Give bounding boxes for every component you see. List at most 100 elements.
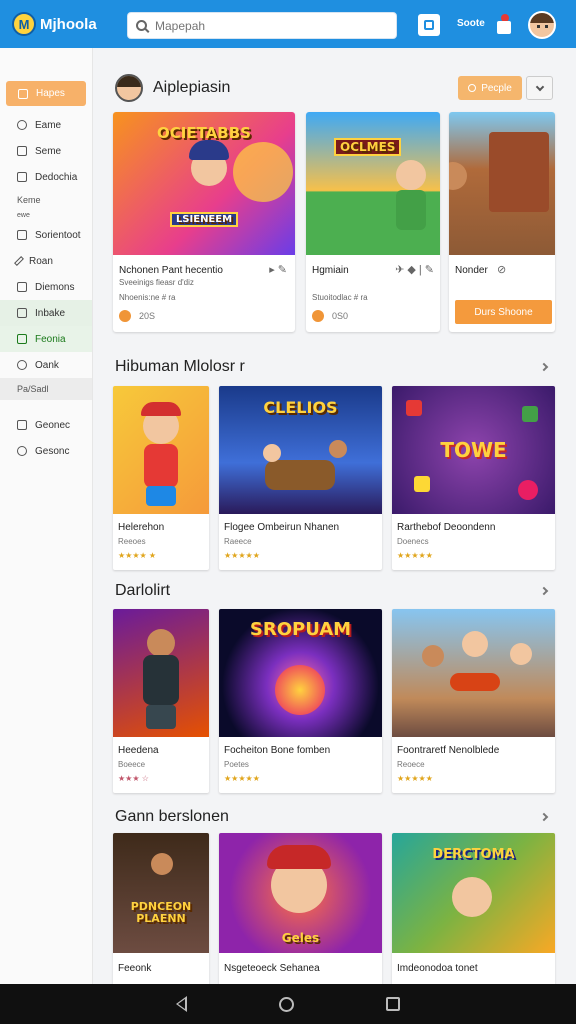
featured-card[interactable]: Nonder ⊘ Durs Shoone (449, 112, 555, 332)
recent-apps-icon[interactable] (386, 997, 400, 1011)
featured-title: Hgmiain (312, 265, 349, 276)
game-title: Imdeonodoa tonet (397, 963, 478, 974)
profile-header: Aiplepiasin (115, 74, 230, 102)
people-icon (468, 84, 477, 92)
game-title: Heedena (118, 745, 159, 756)
game-title: Rarthebof Deoondenn (397, 522, 496, 533)
rating-stars: ★★★★★ (224, 551, 260, 560)
game-card[interactable]: Geles Nsgeteoeck Sehanea (219, 833, 382, 984)
game-image (113, 386, 209, 514)
home-circle-icon[interactable] (279, 996, 294, 1012)
main-content: Aiplepiasin Pecple OCIETABBS LSIENEEM Nc… (93, 48, 576, 984)
pencil-icon (14, 256, 24, 266)
game-title: Foontraretf Nenolblede (397, 745, 500, 756)
list-icon (17, 230, 27, 240)
people-button[interactable]: Pecple (458, 76, 522, 100)
block-icon[interactable]: ⊘ (497, 263, 506, 276)
sidebar-item-group[interactable]: Pa/Sadl (0, 378, 92, 400)
back-icon[interactable] (176, 996, 187, 1012)
game-image (113, 609, 209, 737)
share-icon[interactable]: ✈ ◆ | ✎ (395, 263, 434, 276)
sidebar-item-roan[interactable]: Roan (0, 248, 92, 274)
plus-icon (17, 334, 27, 344)
coin-icon (119, 310, 131, 322)
game-sub: Poetes (224, 760, 249, 769)
top-link[interactable]: Soote (457, 18, 485, 29)
search-bar[interactable] (127, 12, 397, 39)
sidebar-caption: Keme (17, 195, 41, 205)
rating-stars: ★★★★★ (224, 774, 260, 783)
featured-stat: 20S (139, 311, 156, 321)
rating-stars: ★★★★ ★ (118, 551, 157, 560)
gift-icon[interactable] (496, 14, 512, 34)
featured-card[interactable]: OCLMES Hgmiain ✈ ◆ | ✎ Stuoitodlac # ra … (306, 112, 440, 332)
dropdown-button[interactable] (526, 76, 553, 100)
featured-sub2: Nhoenis:ne # ra (119, 293, 176, 302)
profile-name: Aiplepiasin (153, 79, 231, 96)
rating-stars: ★★★★★ (397, 774, 433, 783)
game-card[interactable]: SROPUAM Focheiton Bone fomben Poetes ★★★… (219, 609, 382, 793)
game-card[interactable]: TOWE Rarthebof Deoondenn Doenecs ★★★★★ (392, 386, 555, 570)
square-button[interactable] (418, 14, 440, 36)
featured-sub: Sveeinigs fieasr d'diz (119, 278, 194, 287)
game-title: Flogee Ombeirun Nhanen (224, 522, 340, 533)
featured-stat: 0S0 (332, 311, 349, 321)
top-bar: M Mjhoola Soote (0, 0, 576, 48)
chevron-right-icon[interactable] (539, 586, 549, 596)
settings-icon (17, 446, 27, 456)
grid-icon (17, 146, 27, 156)
game-image: Geles (219, 833, 382, 953)
sidebar-item-dedochia[interactable]: Dedochia (0, 164, 92, 190)
sidebar-item-diemons[interactable]: Diemons (0, 274, 92, 300)
game-image: TOWE (392, 386, 555, 514)
search-icon (136, 20, 147, 31)
game-image: DERCTOMA (392, 833, 555, 953)
app-logo[interactable]: M Mjhoola (12, 12, 116, 36)
sidebar-item-sorientoot[interactable]: Sorientoot (0, 222, 92, 248)
coin-icon (312, 310, 324, 322)
featured-title: Nchonen Pant hecentio (119, 265, 223, 276)
game-image: CLELIOS (219, 386, 382, 514)
user-avatar[interactable] (528, 11, 556, 39)
app-title: Mjhoola (40, 15, 97, 33)
sidebar-item-inbake[interactable]: Inbake (0, 300, 92, 326)
game-card[interactable]: DERCTOMA Imdeonodoa tonet (392, 833, 555, 984)
sidebar-item-eame[interactable]: Eame (0, 112, 92, 138)
document-icon (17, 172, 27, 182)
game-sub: Raeece (224, 537, 252, 546)
game-sub: Doenecs (397, 537, 429, 546)
chevron-right-icon[interactable] (539, 812, 549, 822)
game-title: Helerehon (118, 522, 165, 533)
featured-image: OCIETABBS LSIENEEM (113, 112, 295, 255)
featured-action-button[interactable]: Durs Shoone (455, 300, 552, 324)
search-input[interactable] (155, 18, 375, 33)
sidebar-item-home[interactable]: Hapes (6, 81, 86, 106)
featured-title: Nonder (455, 265, 488, 276)
system-nav-bar (0, 984, 576, 1024)
sidebar-item-feonia[interactable]: Feonia (0, 326, 92, 352)
sidebar: Hapes Eame Seme Dedochia Keme ewe Sorien… (0, 48, 93, 984)
sidebar-item-gesonc[interactable]: Gesonc (0, 438, 92, 464)
game-card[interactable]: CLELIOS Flogee Ombeirun Nhanen Raeece ★★… (219, 386, 382, 570)
clock-icon (17, 120, 27, 130)
table-icon (17, 282, 27, 292)
game-card[interactable]: Foontraretf Nenolblede Reoece ★★★★★ (392, 609, 555, 793)
rating-stars: ★★★ ☆ (118, 774, 149, 783)
profile-avatar[interactable] (115, 74, 143, 102)
game-sub: Reeoes (118, 537, 146, 546)
section-title: Hibuman Mlolosr r (115, 358, 245, 375)
game-card[interactable]: PDNCEON PLAENN Feeonk (113, 833, 209, 984)
sidebar-item-geonec[interactable]: Geonec (0, 412, 92, 438)
chevron-down-icon (535, 82, 544, 91)
game-card[interactable]: Heedena Boeece ★★★ ☆ (113, 609, 209, 793)
game-image (392, 609, 555, 737)
sidebar-item-seme[interactable]: Seme (0, 138, 92, 164)
game-image: SROPUAM (219, 609, 382, 737)
featured-image (449, 112, 555, 255)
play-icon[interactable]: ▸ ✎ (269, 263, 287, 276)
game-card[interactable]: Helerehon Reeoes ★★★★ ★ (113, 386, 209, 570)
game-image: PDNCEON PLAENN (113, 833, 209, 953)
sidebar-item-oank[interactable]: Oank (0, 352, 92, 378)
chevron-right-icon[interactable] (539, 362, 549, 372)
featured-card[interactable]: OCIETABBS LSIENEEM Nchonen Pant hecentio… (113, 112, 295, 332)
